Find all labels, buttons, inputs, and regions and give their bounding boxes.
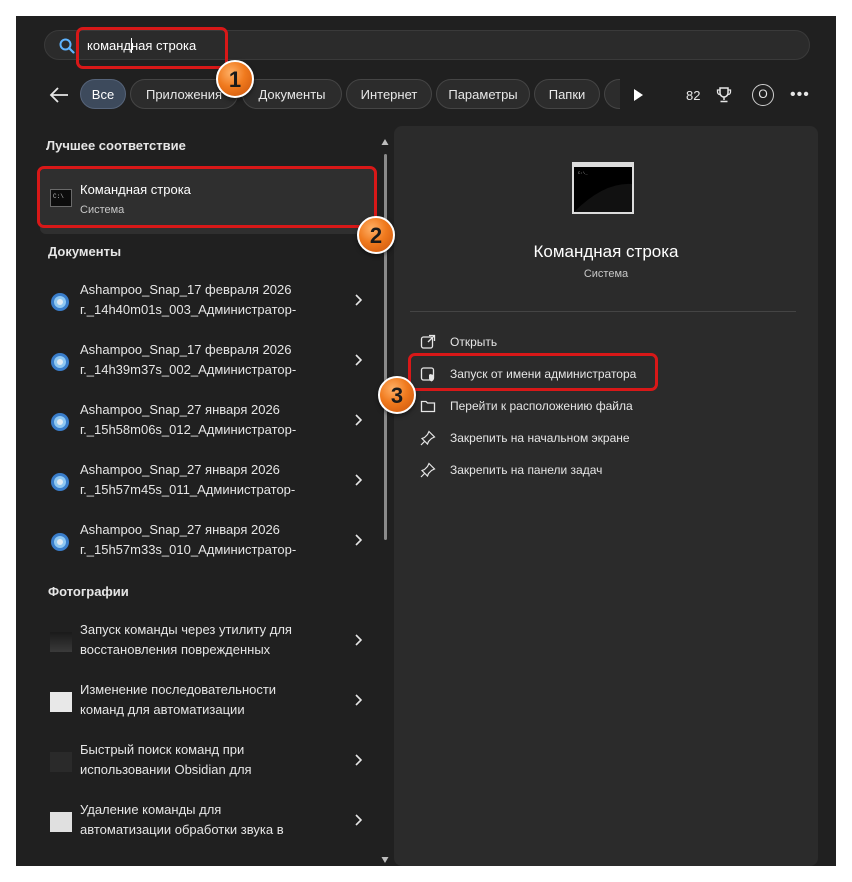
search-window: командная строка Все Приложения Документ…: [16, 16, 836, 866]
step-badge-1: 1: [216, 60, 254, 98]
pin-icon: [420, 462, 436, 478]
photo-item[interactable]: Запуск команды через утилиту для восстано…: [40, 614, 376, 672]
results-list: Лучшее соответствие C:\ Командная строка…: [16, 126, 392, 866]
action-open-label: Открыть: [450, 335, 498, 349]
chevron-right-icon: [355, 534, 362, 546]
highlight-best-match: [37, 166, 377, 228]
chevron-right-icon: [355, 294, 362, 306]
action-pin-taskbar-label: Закрепить на панели задач: [450, 463, 603, 477]
details-app-type: Система: [583, 268, 629, 280]
play-icon[interactable]: [632, 88, 644, 102]
document-line2: г._14h40m01s_003_Администратор-: [80, 302, 297, 317]
document-line2: г._15h58m06s_012_Администратор-: [80, 422, 297, 437]
step-badge-2: 2: [357, 216, 395, 254]
photo-line2: автоматизации обработки звука в: [80, 822, 284, 837]
photo-line2: восстановления поврежденных: [80, 642, 271, 657]
photo-line1: Запуск команды через утилиту для: [80, 622, 292, 637]
more-options-button[interactable]: •••: [790, 86, 810, 104]
scrollbar-thumb[interactable]: [384, 154, 387, 540]
chip-internet[interactable]: Интернет: [346, 79, 432, 109]
action-pin-taskbar[interactable]: Закрепить на панели задач: [414, 458, 774, 482]
document-item[interactable]: Ashampoo_Snap_27 января 2026 г._15h57m33s…: [40, 514, 376, 572]
document-line1: Ashampoo_Snap_17 февраля 2026: [80, 342, 292, 357]
photo-item[interactable]: Быстрый поиск команд при использовании Ob…: [40, 734, 376, 792]
document-item[interactable]: Ashampoo_Snap_27 января 2026 г._15h57m45s…: [40, 454, 376, 512]
folder-icon: [420, 400, 436, 413]
image-file-icon: [51, 413, 69, 431]
chevron-right-icon: [355, 754, 362, 766]
scroll-down-arrow-icon[interactable]: [381, 856, 389, 864]
cmd-app-large-icon: C:\_: [572, 162, 634, 214]
chip-documents[interactable]: Документы: [242, 79, 342, 109]
best-match-heading: Лучшее соответствие: [46, 138, 186, 153]
trophy-icon[interactable]: [716, 86, 732, 104]
chevron-right-icon: [355, 354, 362, 366]
document-line1: Ashampoo_Snap_17 февраля 2026: [80, 282, 292, 297]
details-divider: [410, 311, 796, 312]
highlight-run-as-admin: [408, 353, 658, 391]
photos-heading: Фотографии: [48, 584, 129, 599]
chip-folders[interactable]: Папки: [534, 79, 600, 109]
rewards-points: 82: [686, 88, 701, 103]
search-icon: [59, 38, 75, 54]
action-pin-start-label: Закрепить на начальном экране: [450, 431, 630, 445]
photo-line2: команд для автоматизации: [80, 702, 245, 717]
avatar[interactable]: O: [752, 84, 774, 106]
image-file-icon: [51, 533, 69, 551]
photo-line1: Быстрый поиск команд при: [80, 742, 245, 757]
image-file-icon: [51, 473, 69, 491]
document-item[interactable]: Ashampoo_Snap_27 января 2026 г._15h58m06s…: [40, 394, 376, 452]
chevron-right-icon: [355, 474, 362, 486]
action-open-file-location-label: Перейти к расположению файла: [450, 399, 633, 413]
document-line2: г._14h39m37s_002_Администратор-: [80, 362, 297, 377]
document-line1: Ashampoo_Snap_27 января 2026: [80, 462, 280, 477]
action-open-file-location[interactable]: Перейти к расположению файла: [414, 394, 774, 418]
highlight-search: [76, 27, 228, 69]
document-line1: Ashampoo_Snap_27 января 2026: [80, 402, 280, 417]
step-badge-3: 3: [378, 376, 416, 414]
document-line1: Ashampoo_Snap_27 января 2026: [80, 522, 280, 537]
chip-more-partial[interactable]: [604, 79, 620, 109]
chevron-right-icon: [355, 694, 362, 706]
photo-line1: Изменение последовательности: [80, 682, 277, 697]
document-line2: г._15h57m45s_011_Администратор-: [80, 482, 296, 497]
photo-item[interactable]: Изменение последовательности команд для а…: [40, 674, 376, 732]
chevron-right-icon: [355, 634, 362, 646]
document-item[interactable]: Ashampoo_Snap_17 февраля 2026 г._14h40m01…: [40, 274, 376, 332]
details-app-name: Командная строка: [533, 242, 679, 261]
chevron-right-icon: [355, 814, 362, 826]
svg-text:C:\_: C:\_: [578, 171, 588, 176]
chevron-right-icon: [355, 414, 362, 426]
photo-thumbnail: [50, 692, 72, 712]
image-file-icon: [51, 293, 69, 311]
action-pin-start[interactable]: Закрепить на начальном экране: [414, 426, 774, 450]
image-file-icon: [51, 353, 69, 371]
photo-thumbnail: [50, 812, 72, 832]
photo-line1: Удаление команды для: [80, 802, 222, 817]
chip-all[interactable]: Все: [80, 79, 126, 109]
chip-settings[interactable]: Параметры: [436, 79, 530, 109]
document-line2: г._15h57m33s_010_Администратор-: [80, 542, 297, 557]
documents-heading: Документы: [48, 244, 122, 259]
photo-thumbnail: [50, 632, 72, 652]
pin-icon: [420, 430, 436, 446]
photo-item[interactable]: Удаление команды для автоматизации обрабо…: [40, 794, 376, 852]
document-item[interactable]: Ashampoo_Snap_17 февраля 2026 г._14h39m37…: [40, 334, 376, 392]
photo-line2: использовании Obsidian для: [80, 762, 252, 777]
action-open[interactable]: Открыть: [414, 330, 774, 354]
back-arrow-icon[interactable]: [46, 82, 72, 108]
details-panel: C:\_ Командная строка Система Открыть За…: [394, 126, 818, 866]
scroll-up-arrow-icon[interactable]: [381, 138, 389, 146]
open-external-icon: [420, 334, 436, 349]
photo-thumbnail: [50, 752, 72, 772]
